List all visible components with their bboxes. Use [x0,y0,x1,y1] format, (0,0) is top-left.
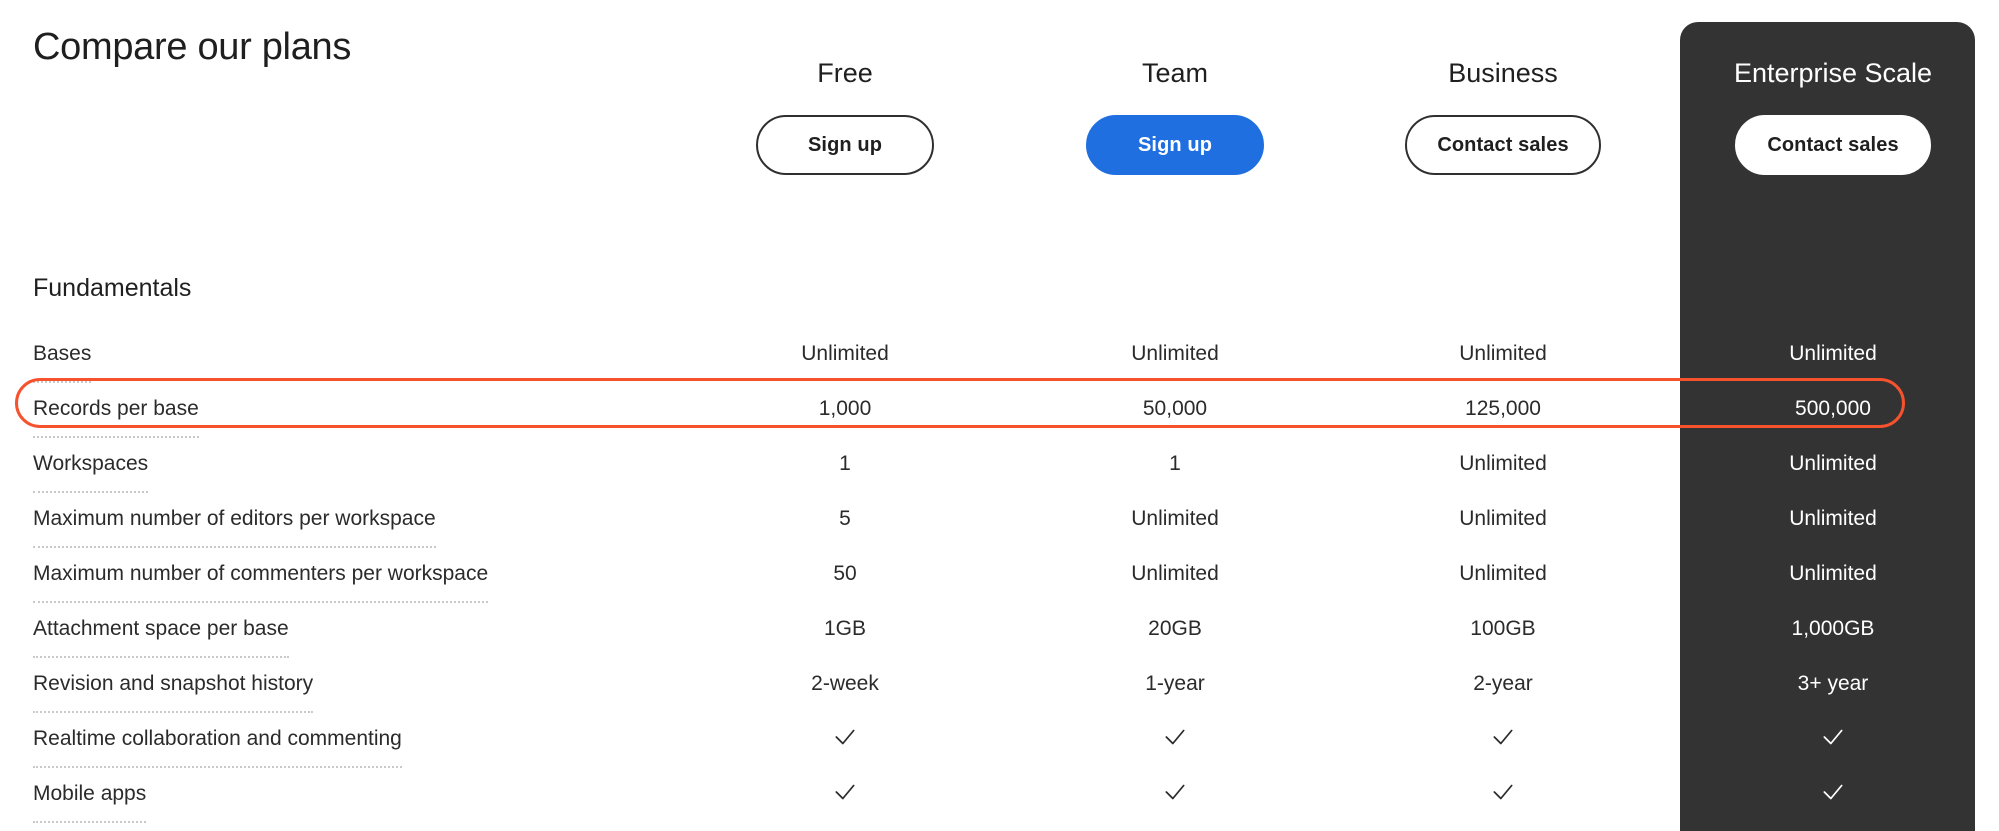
feature-value: 2-week [811,672,879,695]
plan-name: Business [1448,58,1558,88]
table-row: Realtime collaboration and commenting [0,713,1999,768]
feature-label[interactable]: Attachment space per base [33,603,289,658]
feature-value: 2-year [1473,672,1533,695]
feature-value: 1 [1169,452,1181,475]
plan-column-business: Business Contact sales [1353,60,1653,175]
check-icon [1820,724,1846,750]
plan-column-team: Team Sign up [1025,60,1325,175]
feature-value: Unlimited [1459,342,1547,365]
feature-label[interactable]: Mobile apps [33,768,147,823]
sign-up-button[interactable]: Sign up [1086,115,1264,175]
check-icon [832,779,858,805]
feature-label[interactable]: Realtime collaboration and commenting [33,713,402,768]
feature-value: Unlimited [1131,507,1219,530]
plan-column-enterprise-scale: Enterprise Scale Contact sales [1683,60,1983,175]
check-icon [1490,779,1516,805]
feature-label[interactable]: Revision and snapshot history [33,658,314,713]
contact-sales-button[interactable]: Contact sales [1735,115,1931,175]
check-icon [1490,724,1516,750]
plan-column-free: Free Sign up [695,60,995,175]
feature-value: 1GB [823,617,867,640]
feature-value: Unlimited [1131,562,1219,585]
plan-name: Enterprise Scale [1733,58,1933,88]
feature-value: 5 [839,507,851,530]
feature-label[interactable]: Workspaces [33,438,149,493]
check-icon [832,724,858,750]
compare-plans-page: Compare our plans Free Sign up Team Sign up… [0,0,1999,831]
feature-value: Unlimited [1789,507,1877,530]
feature-value [1353,768,1653,823]
feature-value: 100GB [1470,617,1536,640]
table-row: Maximum number of editors per workspace 5… [0,493,1999,548]
feature-label[interactable]: Maximum number of commenters per workspa… [33,548,489,603]
contact-sales-button[interactable]: Contact sales [1405,115,1601,175]
feature-value: Unlimited [1131,342,1219,365]
plan-name: Free [817,58,873,88]
feature-value: Unlimited [801,342,889,365]
plan-name: Team [1141,58,1209,88]
table-row: Maximum number of commenters per workspa… [0,548,1999,603]
feature-comparison-table: Bases Unlimited Unlimited Unlimited Unlimite… [0,328,1999,823]
feature-value [695,768,995,823]
feature-value: Unlimited [1459,452,1547,475]
feature-label[interactable]: Maximum number of editors per workspace [33,493,436,548]
table-row: Mobile apps [0,768,1999,823]
feature-label[interactable]: Records per base [33,383,199,438]
feature-value: Unlimited [1789,452,1877,475]
feature-value: 3+ year [1797,672,1869,695]
page-title: Compare our plans [33,26,352,68]
check-icon [1162,779,1188,805]
feature-value: 20GB [1148,617,1202,640]
section-heading-fundamentals: Fundamentals [33,274,192,302]
table-row: Records per base 1,000 50,000 125,000 500,00… [0,383,1999,438]
feature-value: 1 [839,452,851,475]
feature-value: 1,000 [818,397,872,420]
feature-value [1683,768,1983,823]
feature-value [1025,713,1325,768]
table-row: Attachment space per base 1GB 20GB 100GB 1,0… [0,603,1999,658]
feature-value [1683,713,1983,768]
feature-value [695,713,995,768]
sign-up-button[interactable]: Sign up [756,115,934,175]
feature-value: 125,000 [1465,397,1541,420]
feature-value: 1,000GB [1791,617,1875,640]
table-row: Revision and snapshot history 2-week 1-yea… [0,658,1999,713]
feature-value: 500,000 [1795,397,1871,420]
feature-label[interactable]: Bases [33,328,92,383]
feature-value [1353,713,1653,768]
table-row: Workspaces 1 1 Unlimited Unlimited [0,438,1999,493]
check-icon [1820,779,1846,805]
check-icon [1162,724,1188,750]
feature-value: Unlimited [1459,562,1547,585]
feature-value: 50,000 [1142,397,1208,420]
feature-value: Unlimited [1789,562,1877,585]
feature-value: Unlimited [1459,507,1547,530]
feature-value: 50 [833,562,857,585]
feature-value [1025,768,1325,823]
feature-value: Unlimited [1789,342,1877,365]
table-row: Bases Unlimited Unlimited Unlimited Unlimite… [0,328,1999,383]
feature-value: 1-year [1145,672,1205,695]
